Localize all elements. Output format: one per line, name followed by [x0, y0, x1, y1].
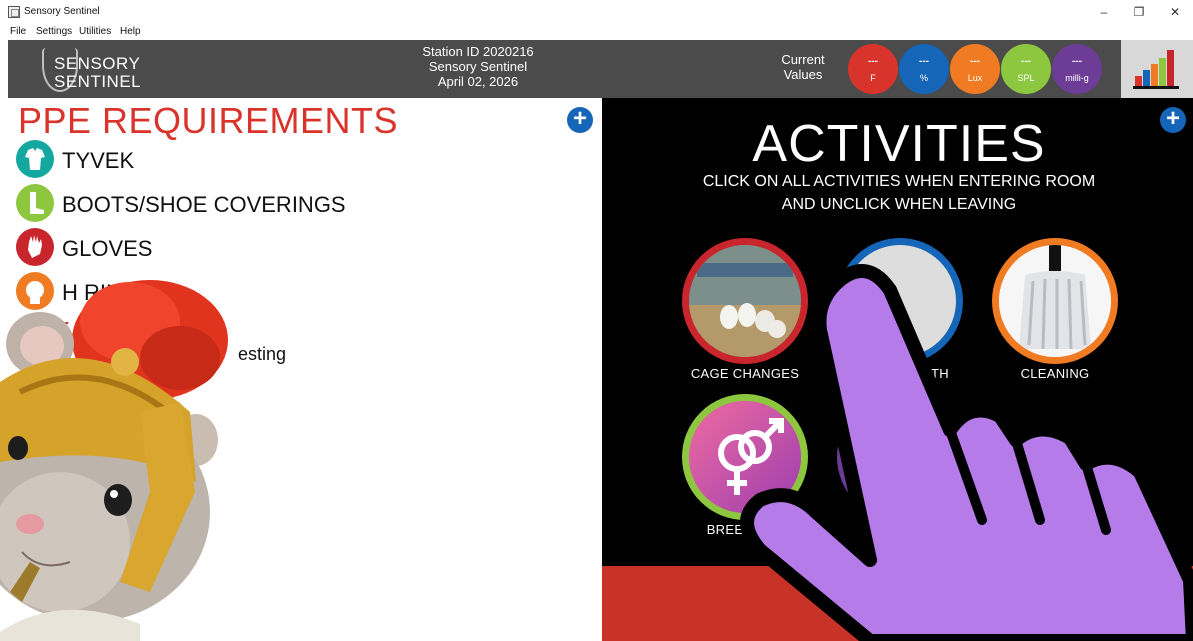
reading-value: ---	[1072, 56, 1082, 67]
activities-title: ACTIVITIES	[752, 115, 1046, 173]
activity-breeding[interactable]: BREE	[682, 394, 808, 544]
reading-unit: SPL	[1017, 73, 1035, 83]
reading-unit: F	[870, 73, 876, 83]
activity-cleaning[interactable]: CLEANING	[992, 238, 1118, 388]
reading-temperature[interactable]: --- F	[848, 44, 898, 94]
special-instructions-text: esting	[238, 344, 287, 364]
activity-other[interactable]	[837, 394, 963, 544]
sensory-sentinel-logo: SENSORY SENTINEL	[42, 48, 162, 92]
emergency-title: EMER	[804, 570, 880, 600]
menu-file[interactable]: File	[10, 26, 26, 37]
reading-value: ---	[868, 56, 878, 67]
reading-unit: %	[919, 73, 928, 83]
reading-value: ---	[970, 56, 980, 67]
ppe-item-label: H RING	[62, 280, 139, 305]
current-label-line-2: Values	[783, 67, 823, 82]
title-bar: Sensory Sentinel – ❐ ✕	[0, 0, 1193, 24]
activity-cage-changes[interactable]: CAGE CHANGES	[682, 238, 808, 388]
station-name: Sensory Sentinel	[428, 59, 528, 74]
ppe-item-label: TYVEK	[62, 148, 135, 173]
ppe-title: PPE REQUIREMENTS	[18, 100, 399, 141]
app-window: Sensory Sentinel – ❐ ✕ File Settings Uti…	[0, 0, 1193, 641]
menu-help[interactable]: Help	[120, 26, 141, 37]
instructions-line-1: CLICK ON ALL ACTIVITIES WHEN ENTERING RO…	[702, 173, 1096, 190]
bar-chart-icon	[1133, 50, 1179, 89]
window-title: Sensory Sentinel	[24, 6, 100, 17]
add-activity-button[interactable]: +	[1160, 107, 1186, 133]
head-covering-icon	[16, 272, 54, 310]
activity-label: BREE	[706, 522, 744, 537]
charts-button[interactable]	[1121, 40, 1193, 98]
ppe-item-label: GLOVES	[62, 236, 153, 261]
activity-health-check[interactable]: TH	[837, 238, 963, 388]
station-date: April 02, 2026	[437, 74, 519, 89]
reading-humidity[interactable]: --- %	[899, 44, 949, 94]
menu-utilities[interactable]: Utilities	[79, 26, 111, 37]
glove-icon	[16, 228, 54, 266]
activity-label: CAGE CHANGES	[690, 366, 800, 381]
health-check-image	[837, 238, 963, 364]
emergency-banner[interactable]: EMER 000	[602, 566, 1193, 641]
reading-vibration[interactable]: --- milli-g	[1052, 44, 1102, 94]
cage-changes-image	[682, 238, 808, 364]
special-instructions-title: SPE	[18, 316, 71, 346]
reading-unit: Lux	[967, 73, 983, 83]
reading-sound[interactable]: --- SPL	[1001, 44, 1051, 94]
menu-settings[interactable]: Settings	[36, 26, 72, 37]
maximize-button[interactable]: ❐	[1127, 4, 1151, 20]
cleaning-image	[992, 238, 1118, 364]
ppe-panel: PPE REQUIREMENTS + TYVEK BOOTS/SHOE COVE…	[8, 98, 602, 641]
breeding-image	[682, 394, 808, 520]
activities-panel: ACTIVITIES CLICK ON ALL ACTIVITIES WHEN …	[602, 98, 1193, 641]
current-values-label: Current Values	[768, 52, 838, 82]
reading-value: ---	[919, 56, 929, 67]
station-info: Station ID 2020216 Sensory Sentinel Apri…	[378, 44, 578, 89]
minimize-button[interactable]: –	[1092, 4, 1116, 20]
reading-value: ---	[1021, 56, 1031, 67]
tyvek-suit-icon	[16, 140, 54, 178]
reading-unit: milli-g	[1065, 73, 1089, 83]
reading-light[interactable]: --- Lux	[950, 44, 1000, 94]
instructions-line-2: AND UNCLICK WHEN LEAVING	[781, 196, 1017, 213]
logo-line-1: SENSORY	[54, 54, 141, 73]
add-ppe-button[interactable]: +	[567, 107, 593, 133]
activity-label: CLEANING	[1020, 366, 1090, 381]
boot-icon	[16, 184, 54, 222]
menu-bar: File Settings Utilities Help	[0, 24, 1193, 39]
station-id: Station ID 2020216	[422, 44, 534, 59]
header: SENSORY SENTINEL Station ID 2020216 Sens…	[8, 40, 1193, 98]
logo-line-2: SENTINEL	[54, 72, 142, 91]
app-icon	[8, 6, 20, 18]
current-label-line-1: Current	[781, 52, 825, 67]
activities-instructions: CLICK ON ALL ACTIVITIES WHEN ENTERING RO…	[602, 170, 1193, 216]
close-button[interactable]: ✕	[1163, 4, 1187, 20]
ppe-item-label: BOOTS/SHOE COVERINGS	[62, 192, 346, 217]
emergency-number: 000	[840, 614, 864, 630]
other-activity-image	[837, 394, 963, 520]
